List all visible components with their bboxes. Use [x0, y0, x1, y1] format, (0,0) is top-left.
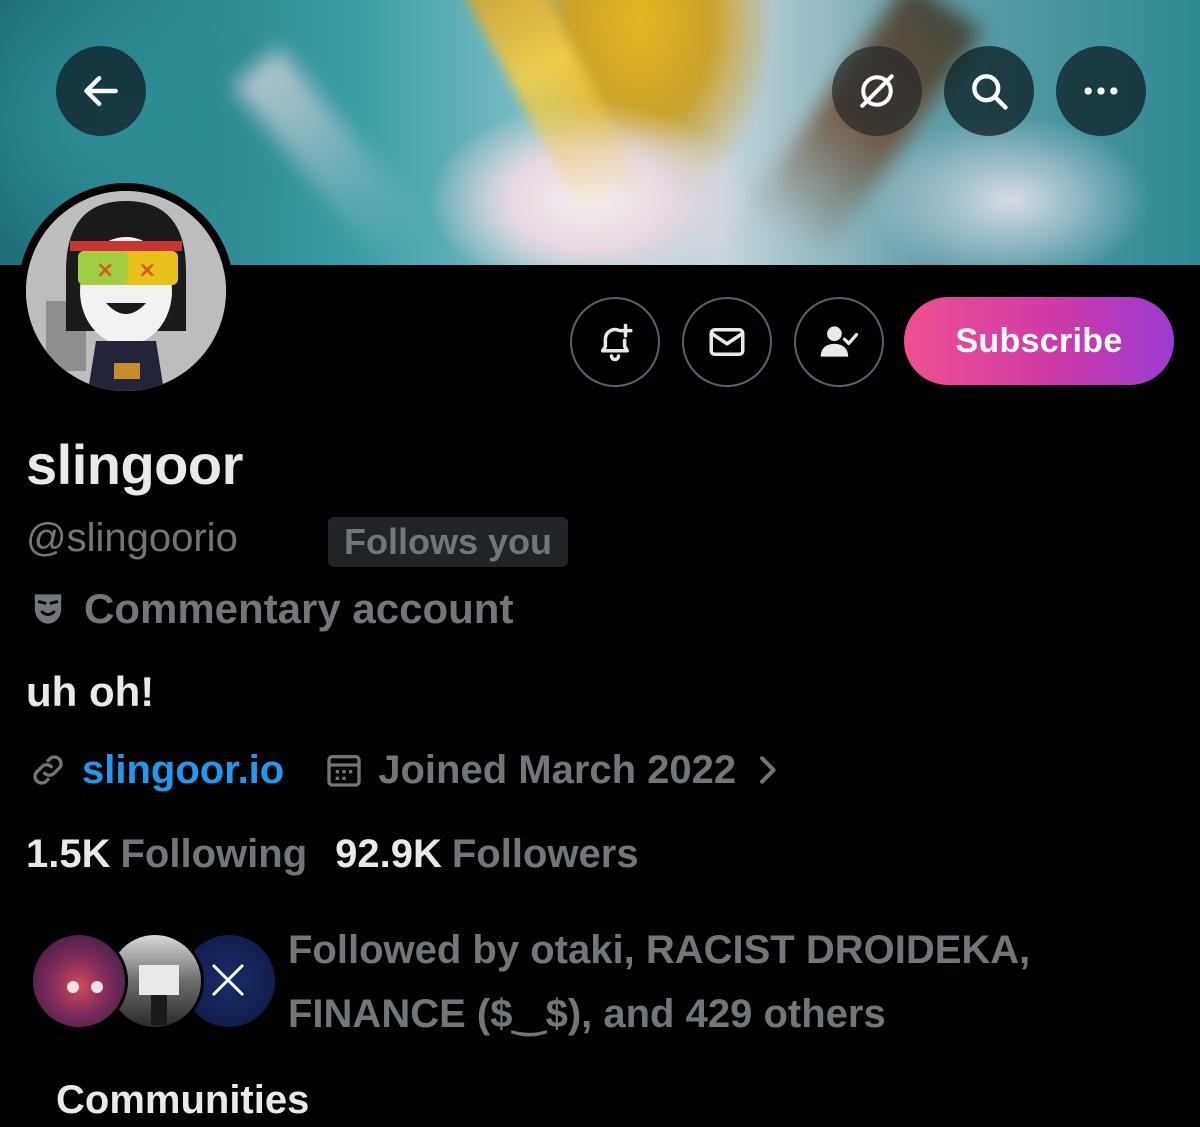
follows-you-badge: Follows you — [328, 517, 569, 567]
display-name: slingoor — [26, 433, 243, 496]
following-count: 1.5K — [26, 831, 111, 876]
profile-meta: slingoor.io Joined March 2022 — [28, 744, 782, 796]
search-icon — [972, 74, 1008, 110]
link-icon — [33, 755, 63, 785]
svg-text:×: × — [138, 258, 156, 283]
mutual-avatar-1 — [30, 932, 128, 1030]
subscribe-button[interactable]: Subscribe — [904, 297, 1174, 385]
svg-text:×: × — [96, 258, 114, 283]
grok-icon — [860, 74, 894, 108]
followed-by-text[interactable]: Followed by otaki, RACIST DROIDEKA, FINA… — [288, 918, 1168, 1046]
bio: uh oh! — [26, 668, 155, 715]
avatar[interactable]: × × — [26, 191, 226, 391]
back-button[interactable] — [56, 46, 146, 136]
notify-button[interactable] — [570, 297, 660, 387]
avatar-frame[interactable]: × × — [18, 183, 234, 399]
notification-bell-plus-icon — [601, 323, 633, 362]
following-label: Following — [120, 831, 308, 876]
follow-stats: 1.5K Following 92.9K Followers — [26, 828, 639, 880]
more-icon — [1084, 87, 1118, 95]
account-label-text: Commentary account — [84, 585, 514, 632]
following-button[interactable] — [794, 297, 884, 387]
grok-button[interactable] — [832, 46, 922, 136]
mutual-followers-avatars[interactable] — [30, 932, 278, 1032]
followers-label: Followers — [451, 831, 639, 876]
message-button[interactable] — [682, 297, 772, 387]
profile-page: × × Subscribe slingoor @slingoorio Follo… — [0, 0, 1200, 1127]
mail-icon — [709, 328, 745, 356]
theater-mask-icon — [34, 594, 62, 624]
more-button[interactable] — [1056, 46, 1146, 136]
calendar-icon — [327, 755, 361, 787]
user-handle: @slingoorio — [26, 516, 238, 560]
communities-heading: Communities — [56, 1078, 310, 1122]
following-check-icon — [820, 326, 859, 357]
following-link[interactable]: 1.5K Following — [26, 832, 307, 877]
chevron-right-icon[interactable] — [752, 750, 782, 790]
account-label[interactable]: Commentary account — [30, 582, 513, 636]
joined-date: Joined March 2022 — [378, 747, 737, 792]
search-button[interactable] — [944, 46, 1034, 136]
arrow-left-icon — [84, 75, 118, 107]
followers-link[interactable]: 92.9K Followers — [335, 832, 638, 877]
followers-count: 92.9K — [335, 831, 442, 876]
website-link[interactable]: slingoor.io — [82, 748, 284, 793]
